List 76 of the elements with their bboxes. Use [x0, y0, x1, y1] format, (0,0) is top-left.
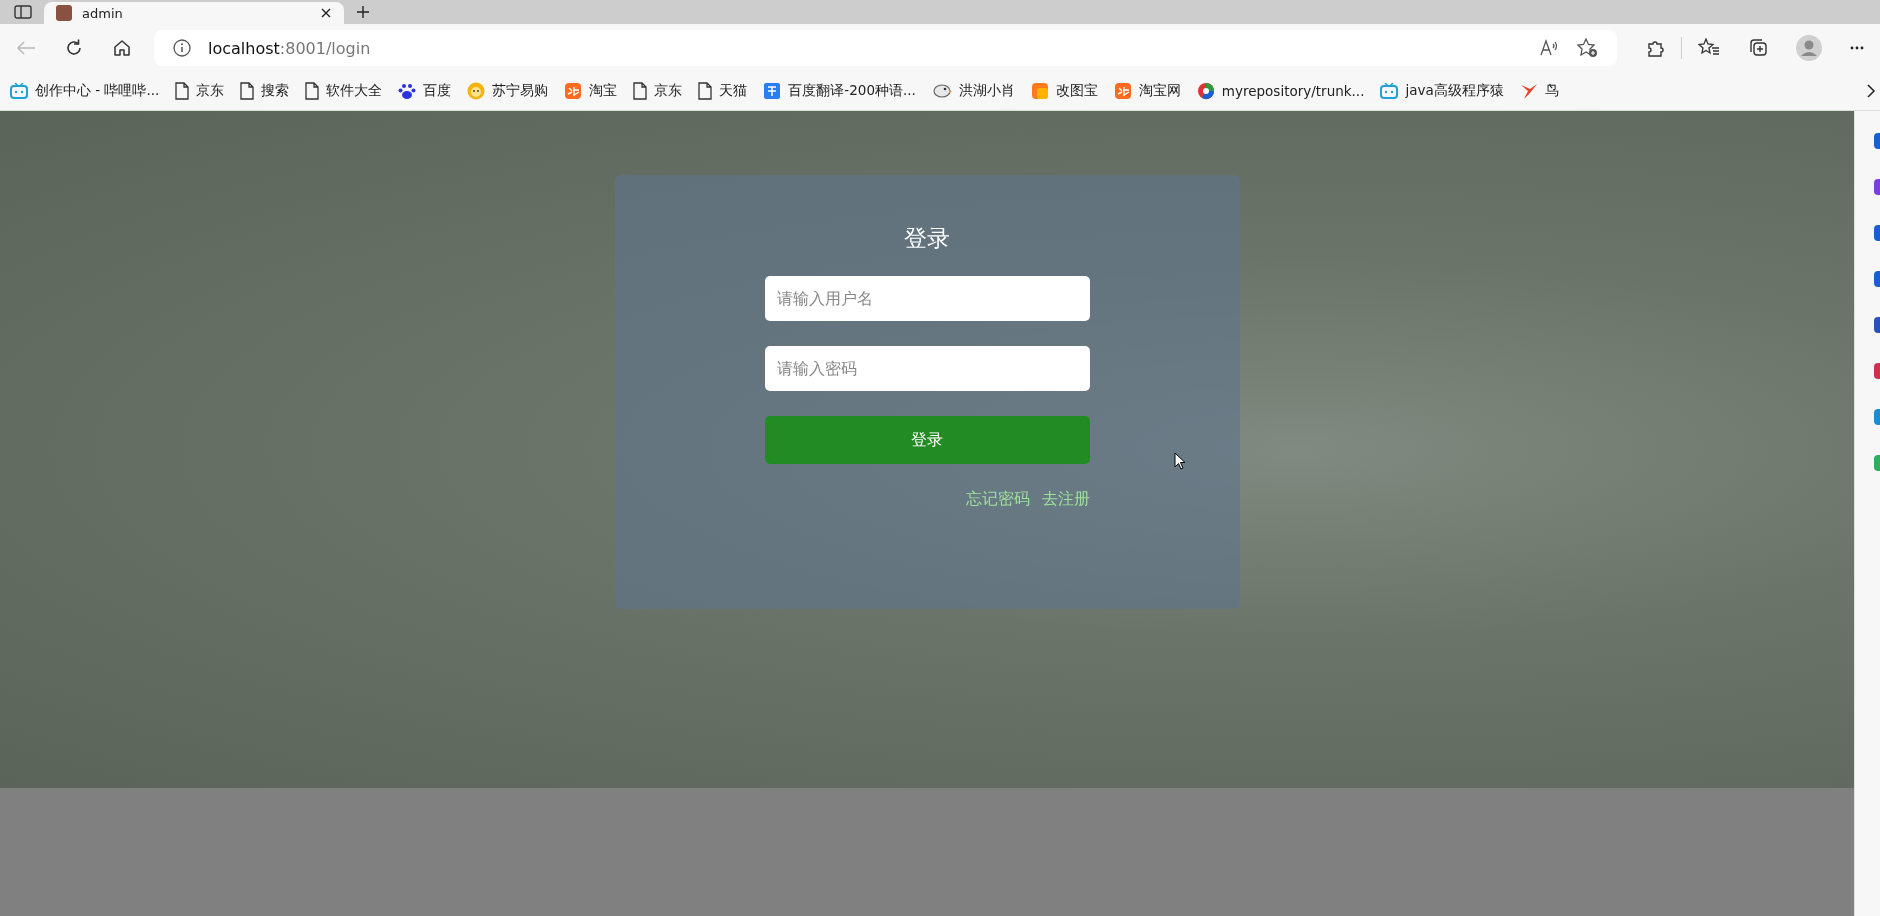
bookmark-item[interactable]: java高级程序猿	[1380, 82, 1504, 100]
square-logo-icon	[1030, 82, 1049, 100]
bookmark-label: 苏宁易购	[492, 82, 549, 100]
sidebar-app-icon[interactable]	[1874, 133, 1880, 149]
sidebar-app-icon[interactable]	[1874, 317, 1880, 333]
favorites-icon[interactable]	[1698, 38, 1720, 58]
bookmark-item[interactable]: 百度翻译-200种语...	[763, 82, 916, 100]
sidebar-app-icon[interactable]	[1874, 271, 1880, 287]
bookmark-label: 淘宝网	[1138, 82, 1181, 100]
bookmark-item[interactable]: 洪湖小肖	[931, 82, 1015, 100]
address-bar[interactable]: localhost:8001/login	[154, 30, 1617, 66]
bookmark-item[interactable]: 天猫	[698, 82, 748, 100]
info-icon	[172, 38, 192, 58]
password-field[interactable]: 请输入密码	[764, 346, 1090, 391]
bookmark-item[interactable]: 百度	[398, 82, 452, 100]
bookmark-item[interactable]: 软件大全	[305, 82, 383, 100]
bookmark-label: java高级程序猿	[1405, 82, 1504, 100]
sidebar-app-icon[interactable]	[1874, 225, 1880, 241]
bookmark-label: 淘宝	[589, 82, 618, 100]
bookmark-item[interactable]: 鸟	[1519, 82, 1559, 100]
bookmark-label: 改图宝	[1055, 82, 1098, 100]
login-title: 登录	[904, 224, 950, 253]
round-logo-icon	[1196, 82, 1215, 100]
page-icon	[305, 82, 320, 100]
bookmark-label: 创作中心 - 哔哩哔...	[35, 82, 160, 100]
paw-icon	[398, 82, 417, 100]
tab-favicon-icon	[56, 5, 72, 21]
chevron-right-icon[interactable]	[1866, 84, 1876, 98]
browser-tab[interactable]: admin	[44, 2, 344, 24]
bookmark-item[interactable]: 淘宝网	[1113, 82, 1181, 100]
sidebar-app-icon[interactable]	[1874, 179, 1880, 195]
bookmark-label: 洪湖小肖	[958, 82, 1015, 100]
bookmark-item[interactable]: 京东	[633, 82, 683, 100]
sidebar-app-icon[interactable]	[1874, 363, 1880, 379]
bookmark-item[interactable]: 京东	[175, 82, 225, 100]
sidebar-toggle-icon[interactable]	[14, 5, 32, 19]
login-button[interactable]: 登录	[764, 416, 1090, 464]
extensions-icon[interactable]	[1645, 38, 1665, 58]
bookmark-label: 鸟	[1544, 82, 1559, 100]
bookmark-item[interactable]: 淘宝	[564, 82, 618, 100]
tab-title: admin	[82, 5, 124, 21]
username-field[interactable]: 请输入用户名	[764, 276, 1090, 321]
tv-icon	[10, 83, 28, 99]
bookmark-item[interactable]: 改图宝	[1030, 82, 1098, 100]
bookmark-label: 软件大全	[326, 82, 383, 100]
lion-face-icon	[467, 82, 486, 100]
tv-icon	[1380, 83, 1399, 99]
bookmark-label: 天猫	[719, 82, 748, 100]
page-icon	[175, 82, 190, 100]
cartoon-bird-icon	[931, 82, 952, 100]
home-icon[interactable]	[112, 38, 132, 58]
bookmark-label: 京东	[654, 82, 683, 100]
url-text: localhost:8001/login	[208, 38, 371, 58]
bookmark-item[interactable]: 苏宁易购	[467, 82, 549, 100]
profile-avatar-icon[interactable]	[1796, 35, 1822, 61]
new-tab-icon[interactable]	[356, 5, 370, 19]
page-icon	[633, 82, 648, 100]
translate-icon	[763, 82, 782, 100]
bookmark-item[interactable]: 搜索	[240, 82, 290, 100]
bookmark-label: myrepository/trunk...	[1221, 83, 1365, 99]
favorite-add-icon[interactable]	[1577, 38, 1599, 58]
more-icon[interactable]	[1850, 46, 1864, 50]
page-icon	[698, 82, 713, 100]
bookmark-item[interactable]: 创作中心 - 哔哩哔...	[10, 82, 160, 100]
mouse-cursor-icon	[1174, 452, 1186, 470]
rounded-square-logo-icon	[1113, 82, 1132, 100]
rounded-square-logo-icon	[564, 82, 583, 100]
refresh-icon[interactable]	[64, 38, 84, 58]
bookmark-label: 搜索	[261, 82, 290, 100]
bookmark-label: 百度	[423, 82, 452, 100]
close-icon[interactable]	[320, 7, 332, 19]
collections-icon[interactable]	[1748, 38, 1768, 58]
page-icon	[240, 82, 255, 100]
bookmark-label: 百度翻译-200种语...	[788, 82, 916, 100]
bookmark-item[interactable]: myrepository/trunk...	[1196, 82, 1365, 100]
bookmark-label: 京东	[196, 82, 225, 100]
